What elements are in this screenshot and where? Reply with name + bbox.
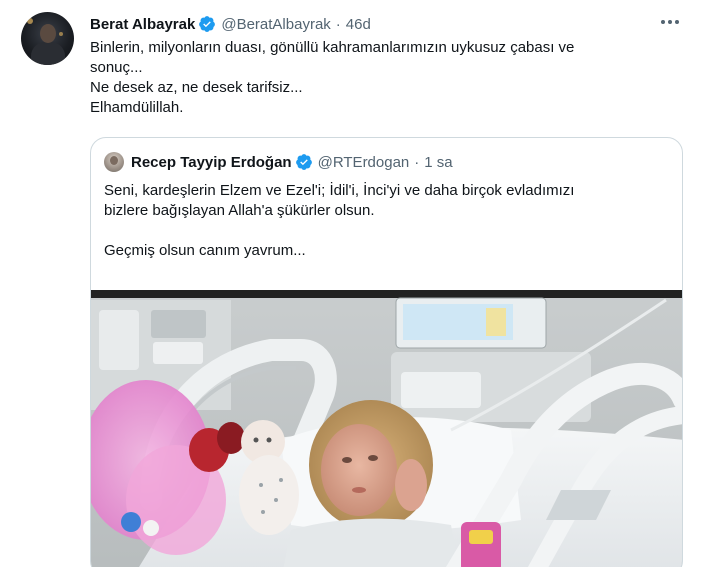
tweet-text-line: Binlerin, milyonların duası, gönüllü kah… [90, 39, 575, 56]
tweet-text-line: Elhamdülillah. [90, 99, 184, 116]
quoted-text-spacer [104, 221, 674, 241]
video-thumbnail[interactable] [91, 290, 682, 567]
hospital-scene-image [91, 290, 682, 567]
quoted-author-handle: @RTErdogan [317, 153, 410, 171]
quoted-tweet-text: Seni, kardeşlerin Elzem ve Ezel'i; İdil'… [104, 181, 674, 261]
tweet-header: Berat Albayrak @BeratAlbayrak · 46d [90, 14, 371, 34]
verified-badge-icon [199, 16, 216, 32]
author-handle[interactable]: @BeratAlbayrak [221, 16, 330, 33]
quoted-tweet-timestamp: 1 sa [424, 153, 453, 171]
quoted-text-line: Seni, kardeşlerin Elzem ve Ezel'i; İdil'… [104, 182, 575, 199]
quoted-tweet-header: Recep Tayyip Erdoğan @RTErdogan · 1 sa [104, 152, 453, 172]
quoted-author-avatar [104, 152, 124, 172]
quoted-tweet-card[interactable]: Recep Tayyip Erdoğan @RTErdogan · 1 sa S… [90, 137, 683, 567]
separator-dot: · [335, 15, 341, 33]
verified-badge-icon [295, 154, 312, 170]
tweet-timestamp[interactable]: 46d [346, 16, 371, 33]
quoted-text-line: bizlere bağışlayan Allah'a şükürler olsu… [104, 202, 375, 219]
separator-dot: · [414, 153, 420, 171]
quoted-text-line: Geçmiş olsun canım yavrum... [104, 242, 306, 259]
tweet[interactable]: Berat Albayrak @BeratAlbayrak · 46d Binl… [0, 0, 703, 567]
author-avatar[interactable] [21, 12, 74, 65]
quoted-author-name: Recep Tayyip Erdoğan [131, 153, 292, 171]
more-options-icon[interactable] [656, 12, 684, 32]
tweet-text: Binlerin, milyonların duası, gönüllü kah… [90, 38, 685, 118]
author-name[interactable]: Berat Albayrak [90, 16, 195, 33]
tweet-text-line: Ne desek az, ne desek tarifsiz... [90, 79, 303, 96]
tweet-text-line: sonuç... [90, 59, 143, 76]
